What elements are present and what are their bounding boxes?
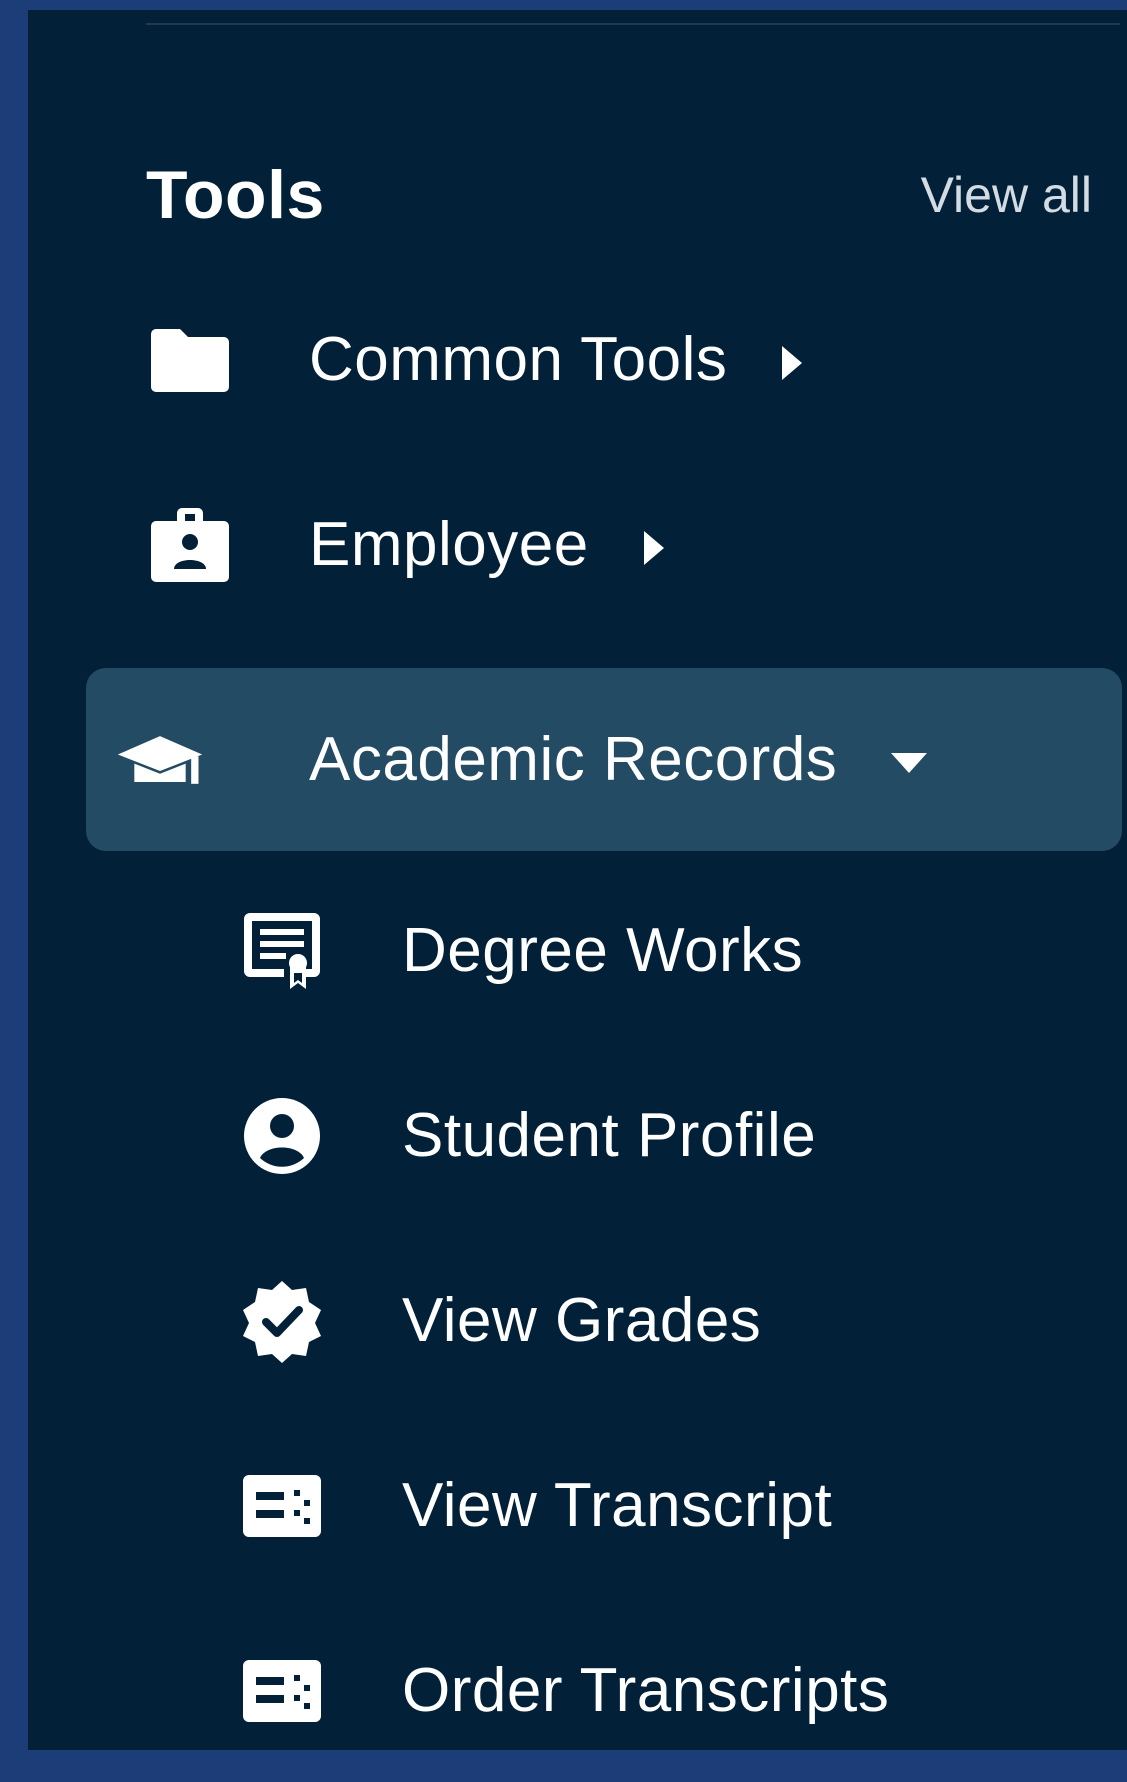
tools-panel: Tools View all Common Tools Employee Aca… xyxy=(28,10,1127,1750)
badge-icon xyxy=(146,501,234,589)
menu-item-label: Academic Records xyxy=(309,720,929,800)
menu-item-label: Employee xyxy=(309,505,667,585)
caret-down-icon xyxy=(889,750,929,776)
menu-item-view-grades[interactable]: View Grades xyxy=(114,1229,1127,1412)
account-circle-icon xyxy=(238,1092,326,1180)
menu-item-view-transcript[interactable]: View Transcript xyxy=(114,1414,1127,1597)
menu-item-common-tools[interactable]: Common Tools xyxy=(114,268,1127,451)
menu-item-label: View Grades xyxy=(402,1285,762,1355)
transcript-icon xyxy=(238,1647,326,1735)
section-title: Tools xyxy=(146,157,325,233)
graduation-cap-icon xyxy=(116,716,204,804)
transcript-icon xyxy=(238,1462,326,1550)
menu-item-degree-works[interactable]: Degree Works xyxy=(114,859,1127,1042)
menu-item-label: Common Tools xyxy=(309,320,805,400)
caret-right-icon xyxy=(641,529,667,567)
menu-item-label: View Transcript xyxy=(402,1470,833,1540)
menu-item-label: Student Profile xyxy=(402,1100,817,1170)
certificate-icon xyxy=(238,907,326,995)
view-all-link[interactable]: View all xyxy=(921,160,1092,230)
verified-badge-icon xyxy=(238,1277,326,1365)
menu-item-employee[interactable]: Employee xyxy=(114,453,1127,636)
menu-item-label: Degree Works xyxy=(402,915,804,985)
menu-item-student-profile[interactable]: Student Profile xyxy=(114,1044,1127,1227)
caret-right-icon xyxy=(779,344,805,382)
folder-icon xyxy=(146,316,234,404)
menu-item-order-transcripts[interactable]: Order Transcripts xyxy=(114,1599,1127,1782)
divider xyxy=(146,23,1120,25)
menu-item-academic-records[interactable]: Academic Records xyxy=(86,668,1122,851)
menu-item-label: Order Transcripts xyxy=(402,1655,890,1725)
